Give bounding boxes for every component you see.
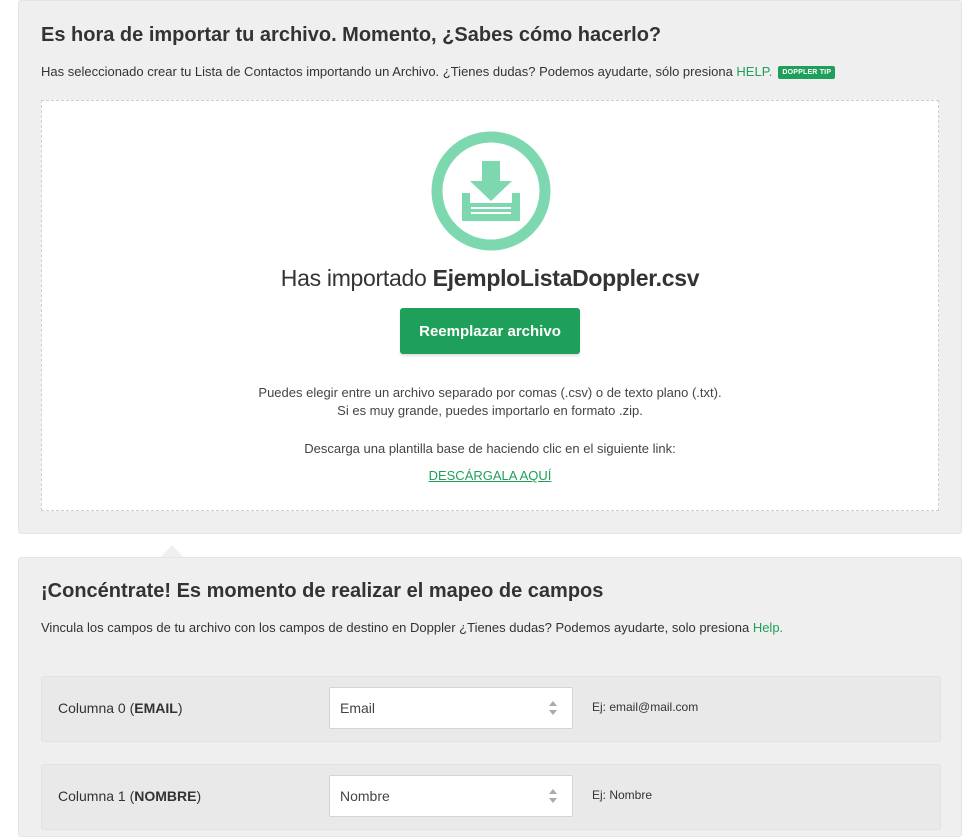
column-suffix: ) — [177, 700, 183, 716]
column-label: Columna 1 (NOMBRE) — [58, 788, 201, 804]
info-line-1: Puedes elegir entre un archivo separado … — [258, 385, 722, 400]
mapping-panel: ¡Concéntrate! Es momento de realizar el … — [18, 557, 962, 837]
help-link[interactable]: HELP. — [736, 64, 772, 79]
imported-file-name: EjemploListaDoppler.csv — [432, 265, 700, 291]
mapping-title: ¡Concéntrate! Es momento de realizar el … — [41, 580, 604, 602]
download-tray-icon — [431, 131, 551, 251]
doppler-tip-badge[interactable]: DOPPLER TIP — [778, 66, 836, 79]
import-subtitle: Has seleccionado crear tu Lista de Conta… — [41, 64, 836, 79]
mapping-subtitle-text: Vincula los campos de tu archivo con los… — [41, 620, 753, 635]
import-subtitle-text: Has seleccionado crear tu Lista de Conta… — [41, 64, 737, 79]
example-text: Ej: email@mail.com — [592, 700, 699, 714]
import-title: Es hora de importar tu archivo. Momento,… — [41, 24, 662, 46]
imported-file-line: Has importado EjemploListaDoppler.csv — [42, 265, 938, 292]
download-template-link[interactable]: DESCÁRGALA AQUÍ — [429, 468, 552, 483]
select-value: Email — [340, 700, 376, 716]
column-name: NOMBRE — [134, 788, 197, 804]
column-suffix: ) — [196, 788, 202, 804]
select-arrows-icon — [549, 789, 557, 803]
column-label: Columna 0 (EMAIL) — [58, 700, 183, 716]
import-panel: Es hora de importar tu archivo. Momento,… — [18, 0, 962, 534]
download-template-wrapper: DESCÁRGALA AQUÍ — [42, 468, 938, 483]
column-name: EMAIL — [134, 700, 178, 716]
select-value: Nombre — [340, 788, 390, 804]
info-line-2: Si es muy grande, puedes importarlo en f… — [337, 403, 643, 418]
replace-file-button[interactable]: Reemplazar archivo — [400, 308, 580, 354]
field-select-email[interactable]: Email — [329, 687, 573, 729]
mapping-subtitle: Vincula los campos de tu archivo con los… — [41, 620, 783, 635]
imported-prefix: Has importado — [280, 265, 433, 291]
column-prefix: Columna 0 ( — [58, 700, 135, 716]
field-select-nombre[interactable]: Nombre — [329, 775, 573, 817]
mapping-help-link[interactable]: Help. — [753, 620, 783, 635]
mapping-row-0: Columna 0 (EMAIL) Email Ej: email@mail.c… — [41, 676, 941, 742]
template-text: Descarga una plantilla base de haciendo … — [304, 441, 676, 456]
example-text: Ej: Nombre — [592, 788, 653, 802]
select-arrows-icon — [549, 701, 557, 715]
mapping-row-1: Columna 1 (NOMBRE) Nombre Ej: Nombre — [41, 764, 941, 830]
file-dropzone[interactable]: Has importado EjemploListaDoppler.csv Re… — [41, 100, 939, 511]
column-prefix: Columna 1 ( — [58, 788, 135, 804]
